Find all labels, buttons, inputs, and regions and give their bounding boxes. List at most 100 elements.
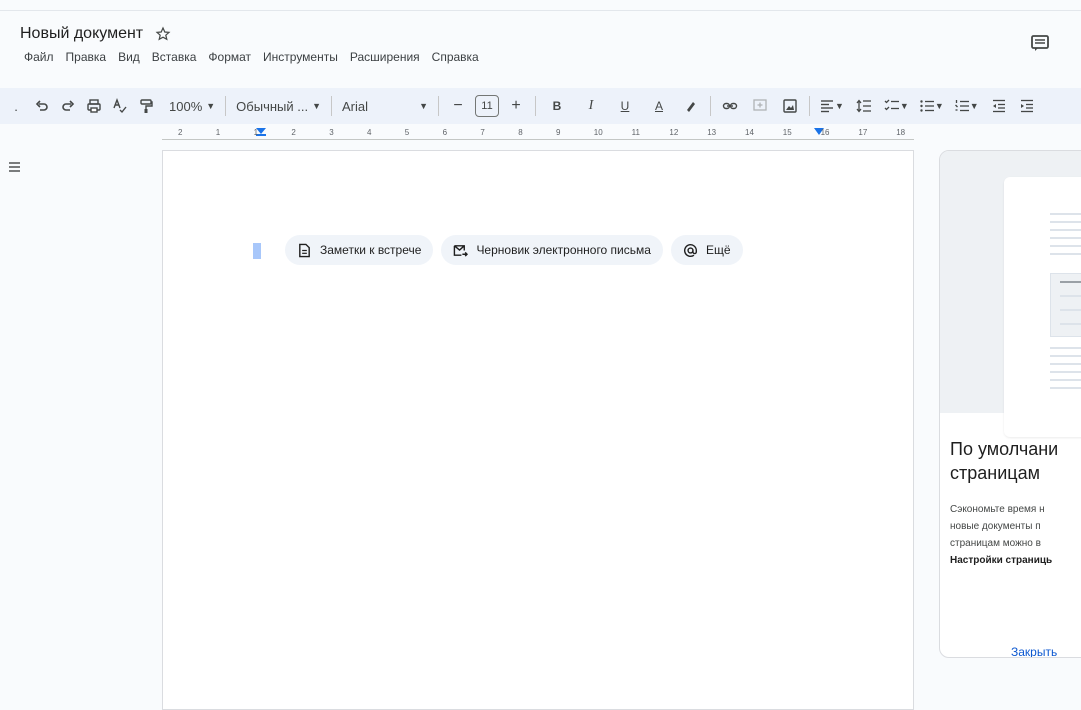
paragraph-style-value: Обычный ... bbox=[236, 98, 309, 114]
ruler-tick-label: 7 bbox=[480, 128, 485, 137]
ruler-tick-label: 9 bbox=[556, 128, 561, 137]
ruler-tick-label: 1 bbox=[253, 128, 259, 137]
document-icon bbox=[299, 243, 310, 257]
document-title[interactable]: Новый документ bbox=[20, 25, 143, 43]
ruler-tick-label: 10 bbox=[593, 128, 603, 137]
italic-button[interactable]: I bbox=[578, 94, 604, 118]
ruler-tick-label: 13 bbox=[707, 128, 717, 137]
redo-icon bbox=[62, 100, 75, 111]
comments-icon[interactable] bbox=[1030, 34, 1050, 52]
more-chip[interactable]: Ещё bbox=[670, 235, 743, 265]
insert-link-button[interactable] bbox=[717, 94, 743, 118]
print-icon bbox=[87, 99, 101, 113]
ruler-tick-label: 8 bbox=[518, 128, 523, 137]
insert-image-button[interactable] bbox=[777, 94, 803, 118]
underline-button[interactable]: U bbox=[612, 94, 638, 118]
toolbar: . 100% ▼ Обычный ... ▼ Arial ▼ − 11 + B … bbox=[0, 88, 1081, 124]
align-left-icon bbox=[821, 100, 833, 113]
bulleted-list-icon bbox=[920, 100, 934, 112]
undo-icon bbox=[35, 100, 48, 111]
chevron-down-icon: ▼ bbox=[934, 101, 944, 111]
menu-view[interactable]: Вид bbox=[112, 48, 146, 66]
line-spacing-icon bbox=[856, 99, 871, 113]
spellcheck-button[interactable] bbox=[107, 94, 133, 118]
text-color-button[interactable]: A bbox=[646, 94, 672, 118]
at-icon bbox=[683, 243, 697, 257]
menu-extensions[interactable]: Расширения bbox=[344, 48, 426, 66]
font-select[interactable]: Arial ▼ bbox=[338, 99, 432, 114]
ruler-tick-label: 15 bbox=[782, 128, 792, 137]
spellcheck-icon bbox=[113, 98, 127, 114]
menu-insert[interactable]: Вставка bbox=[146, 48, 203, 66]
menu-edit[interactable]: Правка bbox=[60, 48, 113, 66]
meeting-notes-chip[interactable]: Заметки к встрече bbox=[285, 235, 434, 265]
panel-description: Сэкономьте время н новые документы п стр… bbox=[950, 501, 1052, 569]
link-icon bbox=[722, 102, 738, 110]
font-size-input[interactable]: 11 bbox=[475, 95, 499, 117]
decrease-indent-button[interactable] bbox=[986, 94, 1012, 118]
smart-chips-row: Заметки к встрече Черновик электронного … bbox=[285, 235, 743, 265]
increase-indent-button[interactable] bbox=[1014, 94, 1040, 118]
print-button[interactable] bbox=[81, 94, 107, 118]
ruler-tick-label: 2 bbox=[291, 128, 296, 137]
paint-format-icon bbox=[140, 99, 153, 113]
close-button[interactable]: Закрыть bbox=[1011, 645, 1057, 657]
toolbar-divider bbox=[225, 96, 227, 116]
paragraph-style-select[interactable]: Обычный ... ▼ bbox=[232, 99, 325, 114]
menu-bar: Файл Правка Вид Вставка Формат Инструмен… bbox=[20, 48, 485, 66]
star-icon[interactable] bbox=[155, 26, 171, 42]
zoom-select[interactable]: 100% ▼ bbox=[165, 99, 219, 114]
ruler-tick-label: 3 bbox=[329, 128, 334, 137]
horizontal-ruler[interactable]: 2 1 1 2 3 4 5 6 7 8 9 10 11 12 13 14 15 16 17 18 bbox=[162, 128, 914, 142]
menu-file[interactable]: Файл bbox=[20, 48, 60, 66]
top-divider bbox=[0, 10, 1081, 11]
panel-title-line: По умолчани bbox=[950, 439, 1059, 459]
title-bar: Новый документ bbox=[20, 20, 171, 48]
menu-help[interactable]: Справка bbox=[426, 48, 485, 66]
ruler-tick-label: 4 bbox=[367, 128, 372, 137]
document-outline-icon[interactable] bbox=[8, 160, 22, 174]
email-draft-chip[interactable]: Черновик электронного письма bbox=[441, 235, 663, 265]
chevron-down-icon: ▼ bbox=[419, 101, 428, 111]
redo-button[interactable] bbox=[55, 94, 81, 118]
ruler-tick-label: 2 bbox=[178, 128, 183, 137]
increase-font-size-button[interactable]: + bbox=[503, 94, 529, 118]
page-setup-link[interactable]: Настройки страниць bbox=[950, 555, 1052, 566]
panel-text-line: страницам можно в bbox=[950, 538, 1041, 549]
toolbar-divider bbox=[438, 96, 439, 116]
numbered-list-button[interactable]: ▼ bbox=[951, 94, 982, 118]
highlighter-icon bbox=[687, 102, 695, 112]
checklist-button[interactable]: ▼ bbox=[881, 94, 912, 118]
chip-label: Заметки к встрече bbox=[320, 243, 422, 257]
chevron-down-icon: ▼ bbox=[899, 101, 909, 111]
menu-tools[interactable]: Инструменты bbox=[257, 48, 344, 66]
bold-button[interactable]: B bbox=[544, 94, 570, 118]
ruler-tick-label: 18 bbox=[896, 128, 906, 137]
numbered-list-icon bbox=[954, 100, 969, 112]
line-spacing-button[interactable] bbox=[851, 94, 877, 118]
ruler-tick-label: 6 bbox=[442, 128, 448, 137]
menu-format[interactable]: Формат bbox=[202, 48, 257, 66]
document-page[interactable]: Заметки к встрече Черновик электронного … bbox=[162, 150, 914, 710]
chevron-down-icon: ▼ bbox=[312, 101, 321, 111]
pageless-default-panel: По умолчани страницам Сэкономьте время н… bbox=[939, 150, 1081, 658]
chevron-down-icon: ▼ bbox=[969, 101, 979, 111]
highlight-button[interactable] bbox=[678, 94, 704, 118]
undo-button[interactable] bbox=[29, 94, 55, 118]
checklist-icon bbox=[884, 99, 899, 111]
ruler-tick-label: 17 bbox=[858, 128, 868, 137]
toolbar-divider bbox=[809, 96, 810, 116]
insert-comment-button[interactable] bbox=[747, 94, 773, 118]
panel-title-line: страницам bbox=[950, 463, 1040, 483]
text-cursor bbox=[253, 243, 261, 259]
ruler-tick-label: 5 bbox=[404, 128, 410, 137]
image-icon bbox=[783, 99, 797, 113]
paint-format-button[interactable] bbox=[133, 94, 159, 118]
decrease-font-size-button[interactable]: − bbox=[445, 94, 471, 118]
email-draft-icon bbox=[454, 244, 469, 257]
bulleted-list-button[interactable]: ▼ bbox=[916, 94, 947, 118]
align-button[interactable]: ▼ bbox=[816, 94, 847, 118]
panel-text-line: новые документы п bbox=[950, 521, 1041, 532]
ruler-tick-label: 1 bbox=[215, 128, 221, 137]
font-value: Arial bbox=[342, 98, 369, 114]
